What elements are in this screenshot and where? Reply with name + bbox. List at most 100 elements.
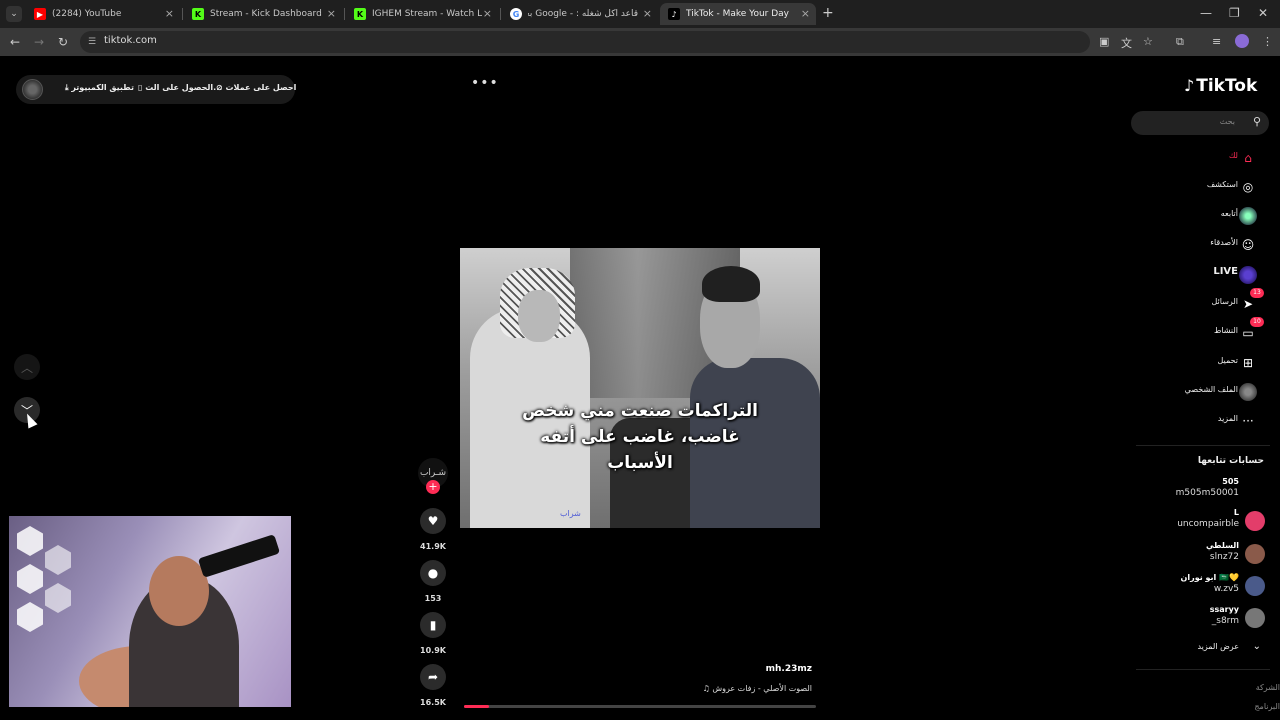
show-more-label: عرض المزيد (1197, 642, 1239, 651)
music-title[interactable]: ♫ الصوت الأصلي - زفات عروش (652, 684, 812, 693)
sidebar-item-2[interactable]: أتابعه (1140, 205, 1270, 227)
comment-count: 153 (424, 594, 442, 603)
translate-icon[interactable]: 文 (1121, 35, 1132, 51)
sidebar-item-3[interactable]: الأصدقاء ☺ (1140, 234, 1270, 256)
following-account-item[interactable]: ابو نوران 🇸🇦💛 w.zv5 (1140, 573, 1270, 603)
tab-kick-dashboard[interactable]: K Stream - Kick Dashboard × (184, 3, 342, 25)
address-bar[interactable]: ☰ tiktok.com (80, 31, 1090, 53)
microphone (197, 534, 281, 578)
following-account-item[interactable]: 505 m505m50001 (1140, 477, 1270, 507)
tab-list-button[interactable]: ⌄ (6, 6, 22, 22)
logo-text: TikTok (1196, 76, 1258, 96)
tiktok-logo[interactable]: ♪ TikTok (1184, 76, 1257, 96)
get-coins-button[interactable]: ⊘ احصل على عملات (216, 83, 296, 92)
like-button[interactable]: ♥ (420, 508, 446, 534)
sidebar-item-1[interactable]: استكشف ◎ (1140, 176, 1270, 198)
save-button[interactable]: ▮ (420, 612, 446, 638)
close-tab-icon[interactable]: × (165, 7, 174, 20)
following-account-item[interactable]: Luncompairble (1140, 508, 1270, 538)
sidebar-item-5[interactable]: الرسائل ➤ 13 (1140, 288, 1270, 315)
footer-link-company[interactable]: الشركة (1256, 683, 1280, 692)
creator-avatar-text: شـراب (419, 468, 447, 478)
following-account-item[interactable]: السلطي slnz72 (1140, 541, 1270, 571)
tab-separator (182, 8, 183, 20)
new-tab-button[interactable]: + (822, 5, 834, 21)
tab-title: (2284) YouTube (52, 9, 122, 19)
get-coins-label: احصل على عملات (225, 83, 297, 92)
search-icon[interactable]: ⚲ (1253, 115, 1261, 128)
user-avatar[interactable] (22, 79, 43, 100)
account-avatar (1245, 480, 1265, 500)
share-button[interactable]: ➦ (420, 664, 446, 690)
site-info-icon[interactable]: ☰ (88, 37, 96, 47)
tab-google-search[interactable]: G قاعد اكل شغله : - Google بحث × (502, 3, 658, 25)
close-tab-icon[interactable]: × (801, 7, 810, 20)
show-more-button[interactable]: عرض المزيد ⌄ (1140, 641, 1270, 657)
sidebar-item-4[interactable]: LIVE (1140, 264, 1270, 286)
extensions-icon[interactable]: ⧉ (1176, 35, 1184, 49)
comment-button[interactable]: ● (420, 560, 446, 586)
sidebar-item-label: النشاط (1213, 326, 1238, 335)
account-avatar (1245, 511, 1265, 531)
bookmark-star-icon[interactable]: ☆ (1143, 35, 1153, 48)
restore-icon[interactable]: ❐ (1229, 6, 1240, 20)
sidebar-item-label: الأصدقاء (1210, 238, 1238, 247)
subtitle-line: غاضب، غاضب على أتفه (540, 427, 740, 447)
install-app-icon[interactable]: ▣ (1099, 35, 1109, 48)
tab-separator (500, 8, 501, 20)
get-app-button[interactable]: ▯ الحصول على الت... (138, 83, 222, 92)
hexagon-light (45, 545, 71, 575)
footer-link-program[interactable]: البرنامج (1254, 702, 1280, 711)
creator-handle[interactable]: mh.23mz (712, 664, 812, 674)
forward-icon[interactable]: → (34, 35, 44, 49)
sidebar-item-label: LIVE (1213, 266, 1238, 277)
video-hair-right (702, 266, 760, 302)
video-progress-fill (464, 705, 489, 708)
close-tab-icon[interactable]: × (327, 7, 336, 20)
tab-kick-stream[interactable]: K IGHEM Stream - Watch Live on × (346, 3, 498, 25)
tab-youtube[interactable]: ▶ (2284) YouTube × (26, 3, 180, 25)
previous-video-button[interactable]: ︿ (14, 354, 40, 380)
notification-badge: 10 (1250, 317, 1264, 327)
desktop-app-button[interactable]: ⤓ تطبيق الكمبيوتر (65, 83, 134, 93)
url-text: tiktok.com (104, 35, 157, 46)
tiktok-icon: ♪ (668, 8, 680, 20)
tab-tiktok[interactable]: ♪ TikTok - Make Your Day × (660, 3, 816, 25)
video-more-options-icon[interactable]: ••• (471, 75, 499, 91)
compass-icon: ◎ (1242, 180, 1254, 194)
browser-profile-avatar[interactable] (1235, 34, 1249, 48)
sidebar-item-6[interactable]: النشاط ▭ 10 (1140, 317, 1270, 344)
subtitle-line: الأسباب (607, 453, 673, 473)
sidebar-item-8[interactable]: الملف الشخصي (1140, 381, 1270, 403)
like-count: 41.9K (420, 542, 446, 551)
following-account-item[interactable]: ssaryy _s8rm (1140, 605, 1270, 635)
search-input[interactable]: بحث ⚲ (1131, 111, 1269, 135)
sidebar-item-7[interactable]: تحميل ⊞ (1140, 352, 1270, 374)
reload-icon[interactable]: ↻ (58, 35, 68, 49)
back-icon[interactable]: ← (10, 35, 20, 49)
bookmark-icon: ▮ (429, 618, 437, 632)
media-controls-icon[interactable]: ≡ (1212, 35, 1221, 48)
hexagon-light (17, 526, 43, 556)
close-tab-icon[interactable]: × (483, 7, 492, 20)
sidebar-item-9[interactable]: المزيد ··· (1140, 410, 1270, 432)
sidebar-item-0[interactable]: لك ⌂ (1140, 147, 1270, 169)
hexagon-light (45, 583, 71, 613)
account-avatar (1245, 576, 1265, 596)
save-count: 10.9K (420, 646, 446, 655)
desktop-app-label: تطبيق الكمبيوتر (71, 83, 134, 92)
tab-title: IGHEM Stream - Watch Live on (372, 9, 482, 19)
chevron-down-icon: ⌄ (1252, 641, 1261, 652)
close-window-icon[interactable]: ✕ (1258, 6, 1268, 20)
video-progress-bar[interactable] (464, 705, 816, 708)
account-username: uncompairble (1177, 519, 1239, 529)
browser-menu-icon[interactable]: ⋮ (1262, 35, 1273, 48)
close-tab-icon[interactable]: × (643, 7, 652, 20)
coin-icon: ⊘ (216, 83, 226, 92)
video-watermark: شراب (560, 509, 581, 518)
video-player[interactable]: التراكمات صنعت مني شخص غاضب، غاضب على أت… (460, 248, 820, 528)
minimize-icon[interactable]: — (1200, 6, 1212, 20)
heart-icon: ♥ (427, 514, 439, 528)
follow-button[interactable]: + (426, 480, 440, 494)
hexagon-light (17, 564, 43, 594)
